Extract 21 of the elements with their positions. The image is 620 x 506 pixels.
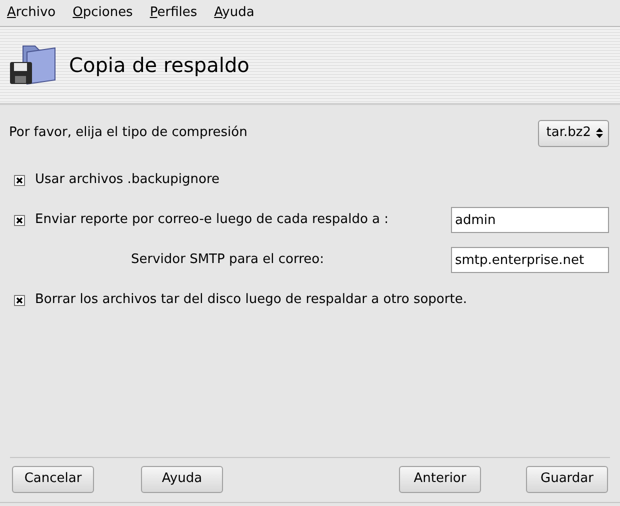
compression-label: Por favor, elija el tipo de compresión (9, 124, 248, 142)
option-label: Servidor SMTP para el correo: (131, 251, 324, 270)
dialog-button[interactable]: Cancelar (12, 466, 94, 492)
menu-item[interactable]: Ayuda (214, 3, 254, 23)
checkbox[interactable] (14, 174, 25, 186)
compression-select[interactable]: tar.bz2 (538, 120, 609, 146)
spinner-arrows-icon (595, 127, 604, 139)
option-label: Enviar reporte por correo-e luego de cada respaldo a : (35, 211, 389, 230)
option-label: Usar archivos .backupignore (35, 171, 220, 190)
dialog-button[interactable]: Anterior (399, 466, 481, 492)
menu-item[interactable]: Perfiles (150, 3, 198, 23)
dialog-button[interactable]: Ayuda (141, 466, 223, 492)
checkbox[interactable] (14, 294, 25, 306)
dialog-button[interactable]: Guardar (526, 466, 608, 492)
menu-item[interactable]: Opciones (72, 3, 133, 23)
checkbox[interactable] (14, 214, 25, 226)
page-title: Copia de respaldo (69, 52, 250, 79)
menu-item[interactable]: Archivo (7, 3, 56, 23)
text-field[interactable]: admin (451, 207, 609, 233)
text-field[interactable]: smtp.enterprise.net (451, 247, 609, 273)
option-label: Borrar los archivos tar del disco luego de respaldar a otro soporte. (35, 291, 467, 310)
